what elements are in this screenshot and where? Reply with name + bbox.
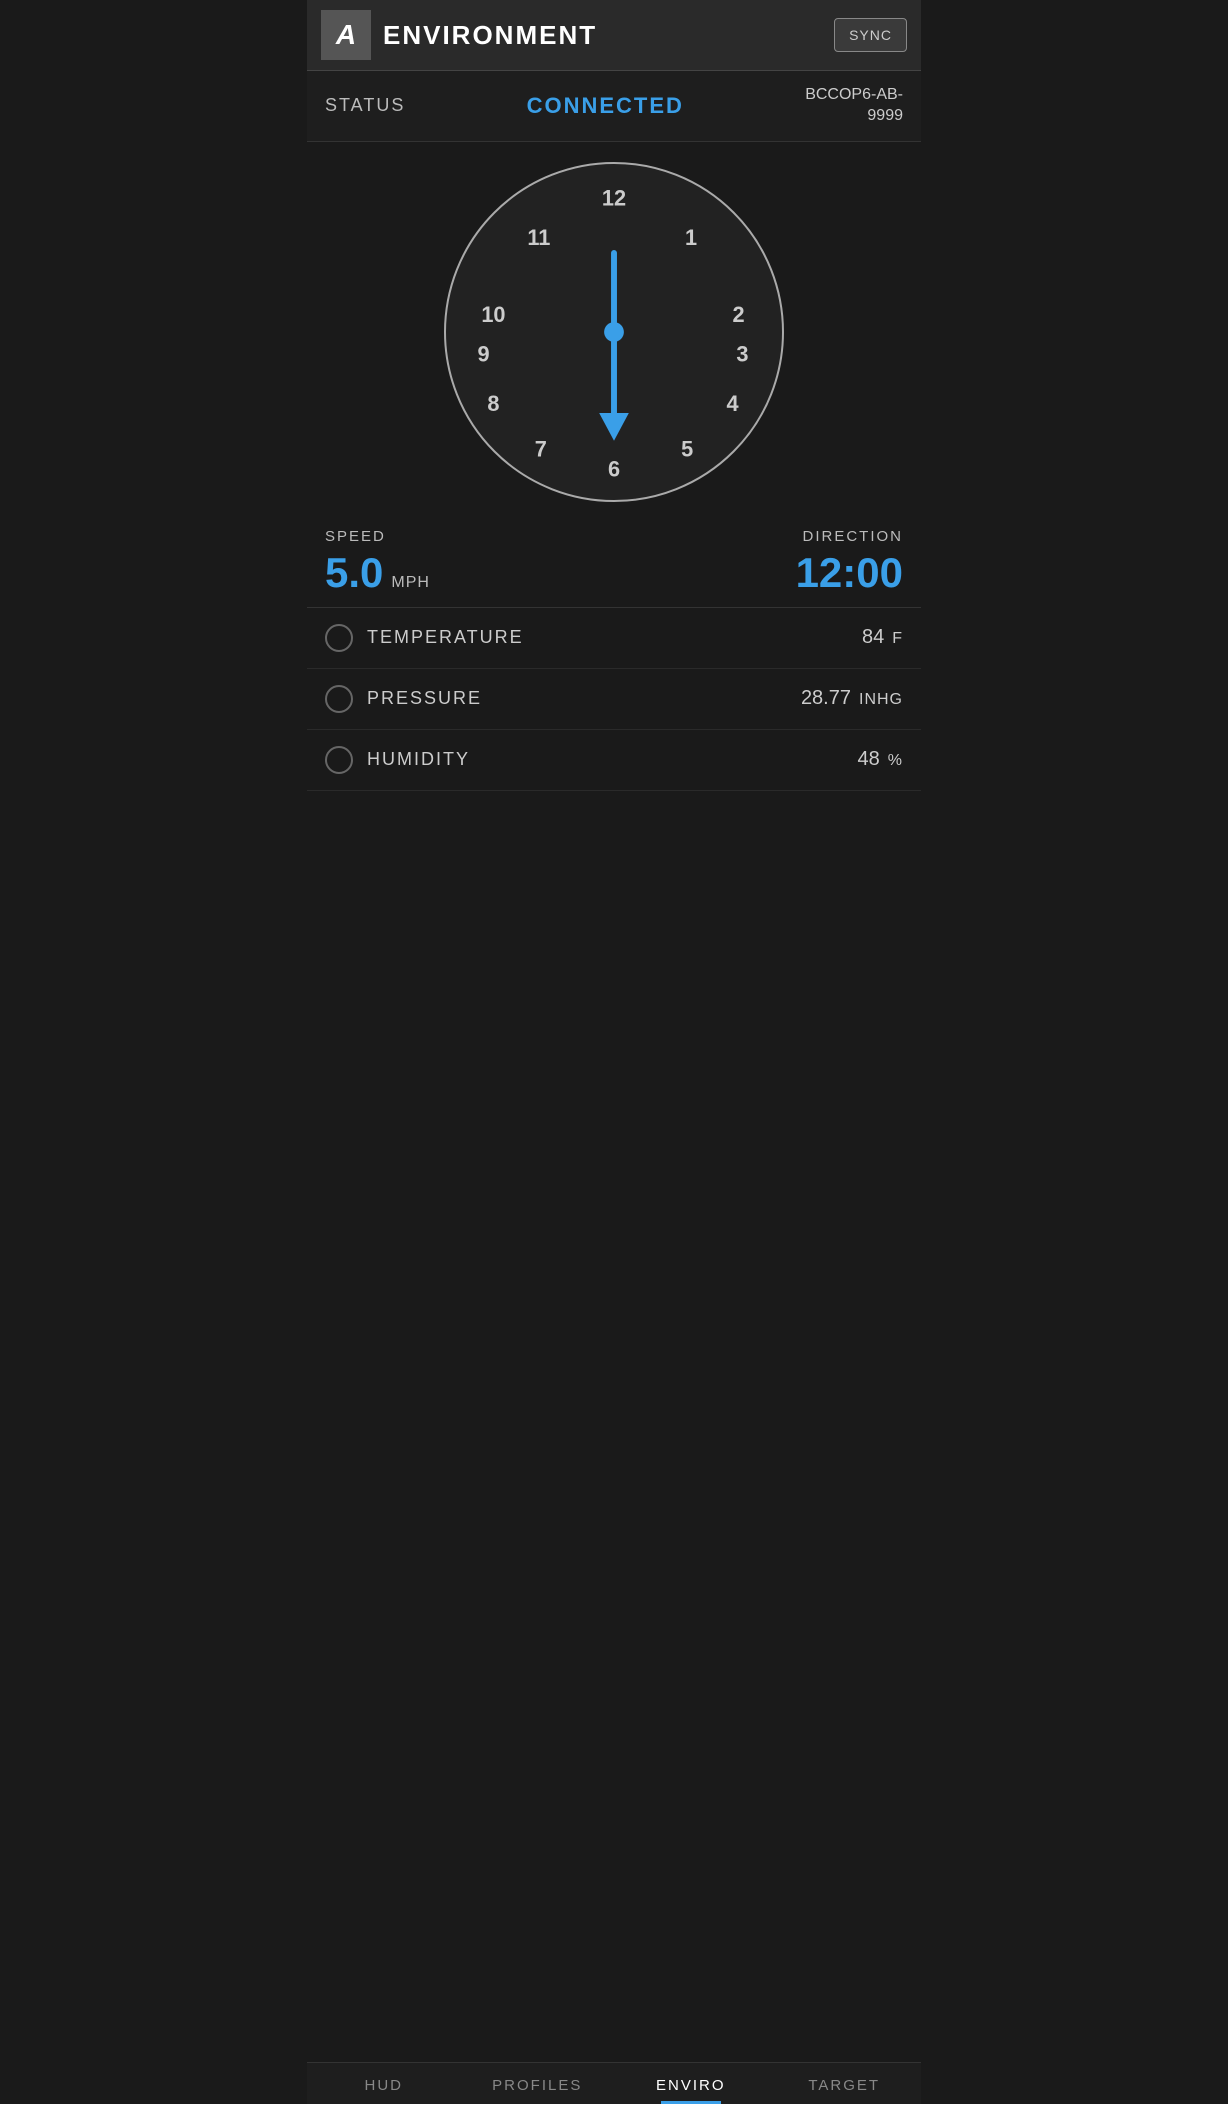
header-left: A ENVIRONMENT: [321, 10, 597, 60]
clock-face: 12 1 2 3 4 5 6 7 8 9 10 11: [444, 162, 784, 502]
wind-clock: 12 1 2 3 4 5 6 7 8 9 10 11: [444, 162, 784, 502]
direction-value: 12:00: [796, 549, 903, 597]
sensor-unit-1: INHG: [859, 691, 903, 709]
sensor-name-2: HUMIDITY: [367, 749, 470, 770]
nav-enviro[interactable]: ENVIRO: [614, 2063, 768, 2104]
sensor-left: PRESSURE: [325, 685, 482, 713]
app-header: A ENVIRONMENT SYNC: [307, 0, 921, 71]
sensor-value-0: 84: [862, 626, 884, 649]
sensor-left: HUMIDITY: [325, 746, 470, 774]
speed-value: 5.0: [325, 549, 383, 597]
sensor-unit-2: %: [888, 752, 903, 770]
wind-section: 12 1 2 3 4 5 6 7 8 9 10 11: [307, 142, 921, 512]
speed-direction-row: SPEED 5.0 MPH DIRECTION 12:00: [307, 512, 921, 608]
svg-text:8: 8: [487, 391, 499, 416]
svg-text:9: 9: [478, 341, 490, 366]
sensor-row-temperature[interactable]: TEMPERATURE 84 F: [307, 608, 921, 669]
svg-text:4: 4: [727, 391, 739, 416]
direction-label: DIRECTION: [803, 528, 904, 545]
device-id: BCCOP6-AB- 9999: [805, 85, 903, 127]
sensor-radio-2[interactable]: [325, 746, 353, 774]
speed-value-row: 5.0 MPH: [325, 549, 430, 597]
sensor-row-pressure[interactable]: PRESSURE 28.77 INHG: [307, 669, 921, 730]
sensor-name-1: PRESSURE: [367, 688, 482, 709]
sensor-unit-0: F: [892, 630, 903, 648]
svg-text:5: 5: [681, 436, 693, 461]
speed-label: SPEED: [325, 528, 430, 545]
sensor-value-row-1: 28.77 INHG: [801, 687, 903, 710]
sensor-value-2: 48: [858, 748, 880, 771]
sensor-radio-0[interactable]: [325, 624, 353, 652]
svg-text:12: 12: [602, 185, 626, 210]
sensor-value-row-2: 48 %: [858, 748, 903, 771]
nav-target[interactable]: TARGET: [768, 2063, 922, 2104]
speed-block: SPEED 5.0 MPH: [325, 528, 430, 597]
sensor-value-row-0: 84 F: [862, 626, 903, 649]
sensor-left: TEMPERATURE: [325, 624, 524, 652]
direction-block: DIRECTION 12:00: [796, 528, 903, 597]
bottom-nav: HUD PROFILES ENVIRO TARGET: [307, 2062, 921, 2104]
svg-text:7: 7: [535, 436, 547, 461]
status-bar: STATUS CONNECTED BCCOP6-AB- 9999: [307, 71, 921, 142]
sensor-row-humidity[interactable]: HUMIDITY 48 %: [307, 730, 921, 791]
app-title: ENVIRONMENT: [383, 20, 597, 51]
status-label: STATUS: [325, 95, 405, 116]
svg-text:1: 1: [685, 225, 697, 250]
clock-svg: 12 1 2 3 4 5 6 7 8 9 10 11: [446, 164, 782, 500]
app-logo: A: [321, 10, 371, 60]
speed-unit: MPH: [391, 574, 430, 592]
svg-text:10: 10: [481, 302, 505, 327]
sensor-radio-1[interactable]: [325, 685, 353, 713]
direction-value-row: 12:00: [796, 549, 903, 597]
svg-text:11: 11: [527, 225, 550, 250]
sensor-value-1: 28.77: [801, 687, 851, 710]
svg-text:6: 6: [608, 456, 620, 481]
svg-text:3: 3: [736, 341, 748, 366]
nav-hud[interactable]: HUD: [307, 2063, 461, 2104]
svg-text:2: 2: [732, 302, 744, 327]
nav-profiles[interactable]: PROFILES: [461, 2063, 615, 2104]
sync-button[interactable]: SYNC: [834, 18, 907, 52]
sensor-rows: TEMPERATURE 84 F PRESSURE 28.77 INHG HUM…: [307, 608, 921, 791]
connection-status: CONNECTED: [527, 93, 684, 119]
sensor-name-0: TEMPERATURE: [367, 627, 524, 648]
